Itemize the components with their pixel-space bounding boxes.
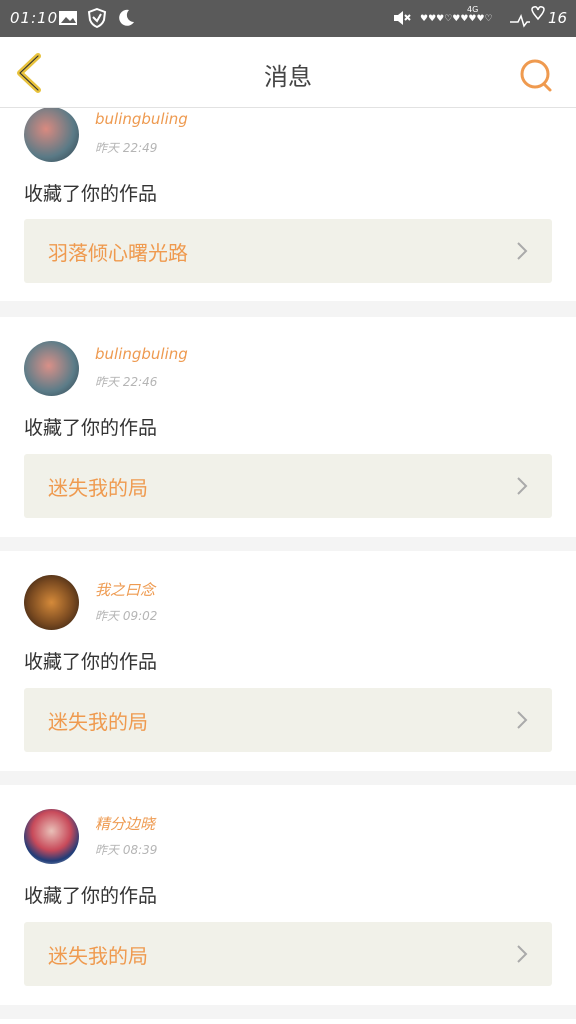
work-title: 迷失我的局	[48, 944, 148, 968]
message-card: bulingbuling 昨天 22:46 收藏了你的作品 迷失我的局	[0, 317, 576, 537]
chevron-right-icon	[517, 477, 528, 495]
app-header: 消息	[0, 37, 576, 108]
heartbeat-icon	[510, 6, 545, 28]
work-link[interactable]: 迷失我的局	[24, 922, 552, 986]
shield-icon	[87, 8, 107, 28]
avatar[interactable]	[24, 809, 79, 864]
status-bar: 01:10 ♥♥♥♡♥♥♥♥♡ 4G 16	[0, 0, 576, 37]
page-title: 消息	[264, 63, 312, 91]
avatar[interactable]	[24, 108, 79, 162]
message-card: 精分边晓 昨天 08:39 收藏了你的作品 迷失我的局	[0, 785, 576, 1005]
message-card: 我之曰念 昨天 09:02 收藏了你的作品 迷失我的局	[0, 551, 576, 771]
work-link[interactable]: 迷失我的局	[24, 454, 552, 518]
work-link[interactable]: 羽落倾心曙光路	[24, 219, 552, 283]
message-time: 昨天 22:49	[95, 141, 158, 155]
username[interactable]: bulingbuling	[95, 110, 188, 128]
message-time: 昨天 22:46	[95, 375, 158, 389]
avatar[interactable]	[24, 341, 79, 396]
work-title: 迷失我的局	[48, 710, 148, 734]
avatar[interactable]	[24, 575, 79, 630]
username[interactable]: 我之曰念	[95, 579, 155, 600]
network-type: 4G	[467, 5, 479, 14]
image-icon	[59, 11, 77, 25]
work-title: 迷失我的局	[48, 476, 148, 500]
message-card: bulingbuling 昨天 22:49 收藏了你的作品 羽落倾心曙光路	[0, 108, 576, 301]
action-text: 收藏了你的作品	[24, 651, 158, 673]
username[interactable]: 精分边晓	[95, 813, 155, 834]
work-link[interactable]: 迷失我的局	[24, 688, 552, 752]
work-title: 羽落倾心曙光路	[48, 241, 188, 265]
username[interactable]: bulingbuling	[95, 345, 188, 363]
action-text: 收藏了你的作品	[24, 885, 158, 907]
message-time: 昨天 09:02	[95, 609, 158, 623]
chevron-right-icon	[517, 945, 528, 963]
action-text: 收藏了你的作品	[24, 417, 158, 439]
chevron-right-icon	[517, 711, 528, 729]
battery-level: 16	[548, 9, 568, 27]
search-button[interactable]	[518, 57, 554, 93]
message-card	[0, 1019, 576, 1024]
signal-indicator: ♥♥♥♡♥♥♥♥♡	[420, 14, 493, 24]
message-time: 昨天 08:39	[95, 843, 158, 857]
message-list: bulingbuling 昨天 22:49 收藏了你的作品 羽落倾心曙光路 bu…	[0, 108, 576, 1024]
mute-icon	[394, 11, 411, 25]
status-time: 01:10	[10, 9, 59, 27]
moon-icon	[119, 9, 134, 26]
action-text: 收藏了你的作品	[24, 183, 158, 205]
chevron-right-icon	[517, 242, 528, 260]
